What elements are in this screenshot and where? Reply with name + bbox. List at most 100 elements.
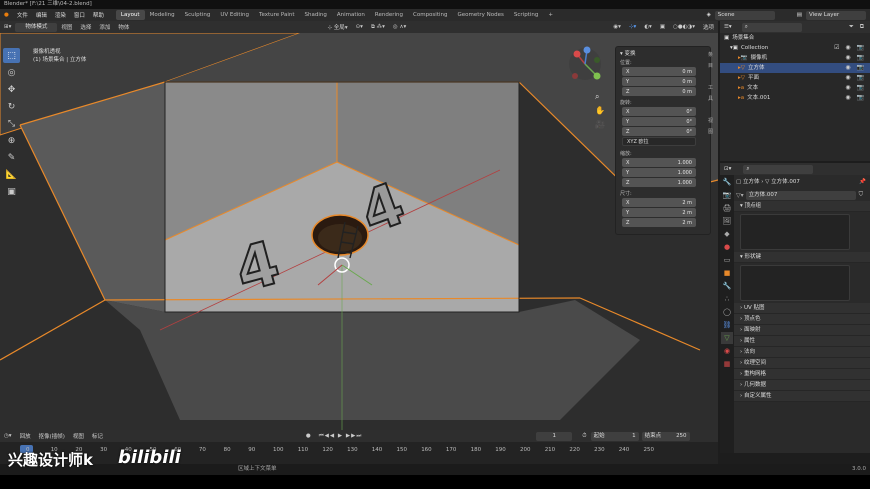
tab-uv-editing[interactable]: UV Editing — [215, 10, 254, 20]
outliner-row-text[interactable]: ▸a 文本 ◉ 📷 — [720, 83, 870, 93]
location-x-field[interactable]: X 0 m — [622, 67, 696, 76]
section-remesh[interactable]: › 重构网格 — [734, 369, 870, 380]
end-frame-field[interactable]: 结束点 250 — [641, 431, 690, 441]
zoom-icon[interactable]: ⌕ — [595, 92, 605, 106]
scene-selector[interactable]: Scene — [714, 10, 775, 20]
modifier-tab-icon[interactable]: 🔧 — [721, 280, 733, 292]
rotation-mode-select[interactable]: XYZ 欧拉 — [622, 137, 696, 146]
outliner-row-camera[interactable]: ▸📷 摄像机 ◉ 📷 — [720, 53, 870, 63]
mesh-data-tab-icon[interactable]: ▽ — [721, 332, 733, 344]
proportional-edit-icon[interactable]: ◎ ∧▾ — [389, 24, 410, 30]
tab-shading[interactable]: Shading — [300, 10, 332, 20]
tab-sculpting[interactable]: Sculpting — [180, 10, 216, 20]
camera-view-icon[interactable]: 🎥 — [595, 120, 605, 134]
outliner-row-text-001[interactable]: ▸a 文本.001 ◉ 📷 — [720, 93, 870, 103]
outliner-row-collection[interactable]: ▾▣ Collection ☑ ◉ 📷 — [720, 43, 870, 53]
render-tab-icon[interactable]: 📷 — [721, 189, 733, 201]
mode-selector[interactable]: 物体模式 — [15, 22, 58, 32]
menu-object[interactable]: 物体 — [114, 23, 133, 31]
scale-x-field[interactable]: X 1.000 — [622, 158, 696, 167]
cursor-tool-icon[interactable]: ◎ — [3, 65, 20, 80]
visibility-icon[interactable]: ◉▾ — [609, 24, 625, 30]
rotate-tool-icon[interactable]: ↻ — [3, 99, 20, 114]
visibility-toggles-icon[interactable]: ◉ 📷 — [845, 53, 870, 63]
vertex-groups-list[interactable] — [740, 214, 850, 250]
visibility-toggles-icon[interactable]: ◉ 📷 — [845, 63, 870, 73]
particles-tab-icon[interactable]: ∴ — [721, 293, 733, 305]
orientation-selector[interactable]: ⊹ 全局▾ — [323, 23, 351, 31]
rotation-z-field[interactable]: Z 0° — [622, 127, 696, 136]
mesh-name-field[interactable]: 立方体.007 — [745, 190, 856, 200]
menu-view[interactable]: 视图 — [57, 23, 76, 31]
collection-tab-icon[interactable]: ▭ — [721, 254, 733, 266]
menu-window[interactable]: 窗口 — [70, 11, 89, 19]
dimensions-y-field[interactable]: Y 2 m — [622, 208, 696, 217]
preview-range-icon[interactable]: ⏱ — [578, 433, 590, 440]
properties-editor-icon[interactable]: ⊡▾ — [724, 164, 731, 174]
sidebar-tabs[interactable]: 条目工具视图 — [708, 50, 718, 138]
xray-icon[interactable]: ▣ — [656, 24, 669, 30]
menu-marker[interactable]: 标记 — [88, 432, 107, 440]
outliner-editor-icon[interactable]: ☰▾ — [724, 22, 732, 32]
menu-select[interactable]: 选择 — [76, 23, 95, 31]
physics-tab-icon[interactable]: ◯ — [721, 306, 733, 318]
menu-timeline-view[interactable]: 视图 — [69, 432, 88, 440]
timeline-editor-icon[interactable]: ◷▾ — [0, 433, 16, 439]
tab-modeling[interactable]: Modeling — [145, 10, 180, 20]
material-tab-icon[interactable]: ◉ — [721, 345, 733, 357]
visibility-toggles-icon[interactable]: ☑ ◉ 📷 — [834, 43, 870, 53]
measure-tool-icon[interactable]: 📐 — [3, 167, 20, 182]
location-y-field[interactable]: Y 0 m — [622, 77, 696, 86]
timeline-area[interactable] — [0, 442, 718, 464]
playback-controls-icon[interactable]: ⏮◀◀ ▶ ▶▶⏭ — [315, 433, 367, 440]
shape-keys-list[interactable] — [740, 265, 850, 301]
scale-z-field[interactable]: Z 1.000 — [622, 178, 696, 187]
section-texture-space[interactable]: › 纹理空间 — [734, 358, 870, 369]
scene-tab-icon[interactable]: ◆ — [721, 228, 733, 240]
menu-help[interactable]: 帮助 — [89, 11, 108, 19]
outliner-row-scene-collection[interactable]: ▣ 场景集合 — [720, 33, 870, 43]
tab-scripting[interactable]: Scripting — [509, 10, 543, 20]
transform-header[interactable]: ▾ 变换 — [616, 47, 710, 57]
overlay-icon[interactable]: ◐▾ — [640, 24, 656, 30]
tab-rendering[interactable]: Rendering — [370, 10, 408, 20]
tab-geometry-nodes[interactable]: Geometry Nodes — [452, 10, 508, 20]
output-tab-icon[interactable]: 🖨 — [721, 202, 733, 214]
menu-file[interactable]: 文件 — [13, 11, 32, 19]
outliner-search-input[interactable]: ⌕ — [741, 22, 802, 32]
texture-tab-icon[interactable]: ▦ — [721, 358, 733, 370]
outliner-row-cube[interactable]: ▸▽ 立方体 ◉ 📷 — [720, 63, 870, 73]
shading-modes-icon[interactable]: ○●◐◑▾ — [669, 24, 699, 30]
options-menu[interactable]: 选项 — [699, 23, 718, 31]
object-tab-icon[interactable]: ■ — [721, 267, 733, 279]
breadcrumb-object[interactable]: 立方体 — [743, 179, 760, 185]
outliner-row-plane[interactable]: ▸▽ 平面 ◉ 📷 — [720, 73, 870, 83]
editor-type-icon[interactable]: ⊞▾ — [0, 24, 15, 30]
start-frame-field[interactable]: 起始 1 — [590, 431, 639, 441]
move-tool-icon[interactable]: ✥ — [3, 82, 20, 97]
view-layer-selector[interactable]: View Layer — [806, 10, 866, 20]
constraints-tab-icon[interactable]: ⛓ — [721, 319, 733, 331]
rotation-x-field[interactable]: X 0° — [622, 107, 696, 116]
section-face-maps[interactable]: › 面映射 — [734, 325, 870, 336]
pivot-icon[interactable]: ⊙▾ — [352, 24, 367, 30]
tab-layout[interactable]: Layout — [115, 10, 145, 20]
dimensions-x-field[interactable]: X 2 m — [622, 198, 696, 207]
visibility-toggles-icon[interactable]: ◉ 📷 — [845, 73, 870, 83]
record-icon[interactable]: ● — [302, 433, 315, 439]
pan-hand-icon[interactable]: ✋ — [595, 106, 605, 120]
section-uv-maps[interactable]: › UV 贴图 — [734, 303, 870, 314]
tool-tab-icon[interactable]: 🔧 — [721, 176, 733, 188]
visibility-toggles-icon[interactable]: ◉ 📷 — [845, 93, 870, 103]
add-workspace-icon[interactable]: + — [543, 10, 558, 20]
visibility-toggles-icon[interactable]: ◉ 📷 — [845, 83, 870, 93]
annotate-tool-icon[interactable]: ✎ — [3, 150, 20, 165]
menu-keying[interactable]: 抠像(插帧) — [35, 432, 69, 440]
scale-y-field[interactable]: Y 1.000 — [622, 168, 696, 177]
tab-compositing[interactable]: Compositing — [408, 10, 452, 20]
dimensions-z-field[interactable]: Z 2 m — [622, 218, 696, 227]
select-tool-icon[interactable]: ⬚ — [3, 48, 20, 63]
section-normals[interactable]: › 法向 — [734, 347, 870, 358]
section-attributes[interactable]: › 属性 — [734, 336, 870, 347]
fake-user-icon[interactable]: ⛉ — [859, 191, 864, 199]
